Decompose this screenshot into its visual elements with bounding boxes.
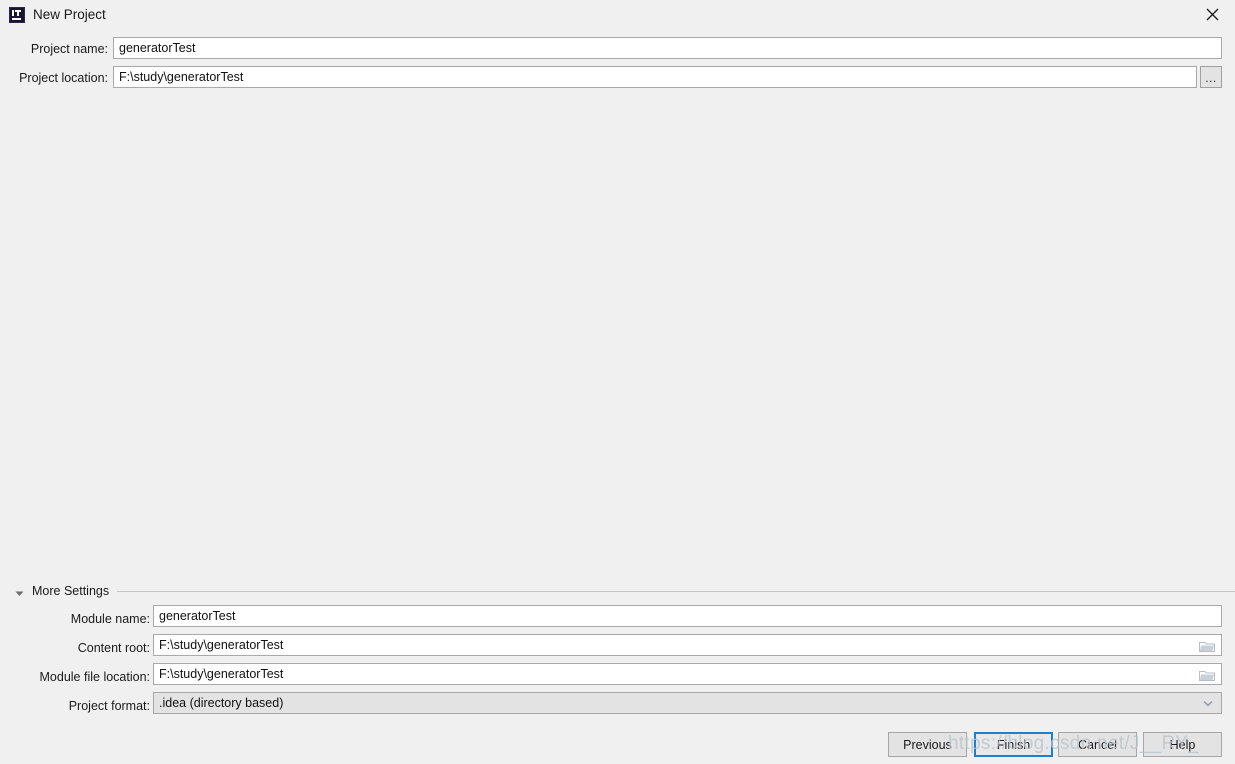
project-location-value: F:\study\generatorTest: [119, 70, 244, 84]
project-location-input[interactable]: F:\study\generatorTest: [113, 66, 1197, 88]
help-button[interactable]: Help: [1143, 732, 1222, 757]
module-name-label: Module name:: [70, 612, 150, 626]
project-format-label: Project format:: [68, 699, 150, 713]
previous-button[interactable]: Previous: [888, 732, 967, 757]
chevron-down-icon[interactable]: [1202, 697, 1214, 709]
project-name-label: Project name:: [30, 42, 108, 56]
more-settings-section-header[interactable]: More Settings: [0, 583, 1235, 599]
project-name-input[interactable]: generatorTest: [113, 37, 1222, 59]
cancel-button[interactable]: Cancel: [1058, 732, 1137, 757]
module-file-location-input[interactable]: F:\study\generatorTest: [153, 663, 1222, 685]
folder-icon[interactable]: [1199, 668, 1215, 681]
close-icon[interactable]: [1189, 0, 1235, 29]
more-settings-label: More Settings: [32, 584, 110, 598]
folder-icon[interactable]: [1199, 639, 1215, 652]
project-location-browse-button[interactable]: ...: [1200, 66, 1222, 88]
intellij-idea-icon: [9, 7, 25, 23]
content-root-label: Content root:: [77, 641, 150, 655]
project-location-label: Project location:: [19, 71, 108, 85]
module-file-location-value: F:\study\generatorTest: [159, 667, 284, 681]
finish-button[interactable]: Finish: [974, 732, 1053, 757]
module-name-input[interactable]: generatorTest: [153, 605, 1222, 627]
module-file-location-label: Module file location:: [39, 670, 150, 684]
project-format-select[interactable]: .idea (directory based): [153, 692, 1222, 714]
project-name-value: generatorTest: [119, 41, 196, 55]
title-bar: New Project: [0, 0, 1235, 29]
section-divider: [117, 590, 1235, 592]
triangle-down-icon[interactable]: [15, 587, 24, 596]
module-name-value: generatorTest: [159, 609, 236, 623]
content-root-input[interactable]: F:\study\generatorTest: [153, 634, 1222, 656]
project-format-value: .idea (directory based): [159, 696, 284, 710]
content-root-value: F:\study\generatorTest: [159, 638, 284, 652]
window-title: New Project: [33, 7, 106, 22]
ij-logo-glyph: [11, 9, 23, 21]
